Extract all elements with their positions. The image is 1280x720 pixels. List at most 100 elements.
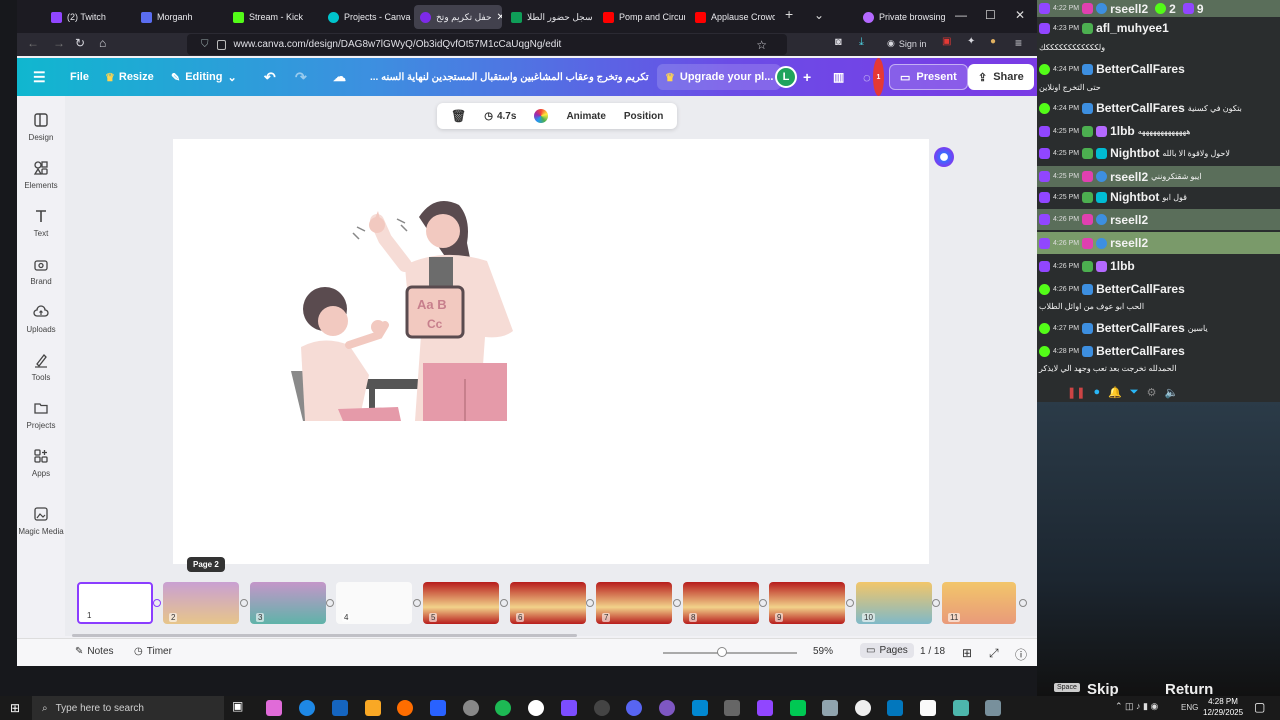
zoom-level[interactable]: 59% [813,646,833,657]
discord-icon[interactable] [626,700,642,716]
add-transition-icon[interactable] [1019,599,1027,607]
design-title[interactable]: ... تكريم وتخرج وعقاب المشاغبين واستقبال… [370,58,649,96]
app-icon[interactable] [953,700,969,716]
sidebar-item-brand[interactable]: Brand [17,256,65,286]
add-transition-icon[interactable] [153,599,161,607]
page-thumbnail-2[interactable]: 2 [163,582,239,624]
upgrade-button[interactable]: ♛ Upgrade your pl... [657,64,782,90]
task-view-icon[interactable]: ▣ [232,699,248,715]
page-thumbnail-9[interactable]: 9 [769,582,845,624]
tab-list-chevron-icon[interactable]: ⌄ [814,8,824,22]
windows-start-icon[interactable]: ⊞ [10,701,20,715]
spotify-icon[interactable] [495,700,511,716]
color-wheel-icon[interactable] [534,109,549,123]
reload-icon[interactable]: ↻ [75,36,85,50]
close-tab-icon[interactable]: ✕ [497,12,502,23]
zoom-slider-handle[interactable] [717,647,727,657]
maximize-button[interactable]: ☐ [985,8,996,22]
outlook-icon[interactable] [332,700,348,716]
copilot-icon[interactable] [266,700,282,716]
add-transition-icon[interactable] [326,599,334,607]
avatar[interactable]: L [775,66,797,88]
volume-icon[interactable]: 🔈 [1164,386,1178,399]
add-transition-icon[interactable] [240,599,248,607]
page-thumbnail-1[interactable]: 1 [77,582,153,624]
filter-icon[interactable]: ⏷ [1130,386,1139,399]
obs-icon[interactable] [528,700,544,716]
settings-icon[interactable]: ⚙ [1147,386,1157,399]
sidebar-item-magic-media[interactable]: Magic Media [17,506,65,536]
tab-kick[interactable]: Stream - Kick [227,5,317,29]
share-button[interactable]: ⇪ Share [968,64,1034,90]
sidebar-item-design[interactable]: Design [17,112,65,142]
app-icon[interactable] [724,700,740,716]
teacher-student-illustration[interactable]: Aa B Cc [173,139,929,564]
add-collaborator-icon[interactable]: + [803,58,811,96]
add-transition-icon[interactable] [673,599,681,607]
bell-icon[interactable]: 🔔 [1108,386,1122,399]
new-tab-button[interactable]: + [785,6,793,22]
tab-youtube-pomp[interactable]: Pomp and Circum [597,5,685,29]
edge-icon[interactable] [299,700,315,716]
tray-icons[interactable]: ⌃ ◫ ♪ ▮ ◉ [1115,701,1158,712]
app-icon[interactable] [822,700,838,716]
undo-icon[interactable]: ↶ [264,58,276,96]
page-thumbnail-6[interactable]: 6 [510,582,586,624]
app-icon[interactable] [594,700,610,716]
notifications-icon[interactable]: ▢ [1254,700,1265,714]
thumbnail-scrollbar[interactable] [72,634,577,637]
minimize-button[interactable]: — [955,8,967,22]
download-icon[interactable]: ⤓ [859,36,864,49]
redo-icon[interactable]: ↷ [295,58,307,96]
trash-icon[interactable]: 🗑 [451,109,466,123]
file-explorer-icon[interactable] [365,700,381,716]
pages-button[interactable]: ▭ Pages [860,643,914,658]
sidebar-item-tools[interactable]: Tools [17,352,65,382]
sidebar-item-text[interactable]: Text [17,208,65,238]
position-button[interactable]: Position [624,111,663,122]
taskbar-clock[interactable]: 4:28 PM 12/29/2025 [1203,696,1243,718]
page-thumbnail-7[interactable]: 7 [596,582,672,624]
editing-mode-dropdown[interactable]: ✎ Editing ⌄ [171,58,237,96]
profile-icon[interactable]: ● [990,36,996,47]
bookmark-star-icon[interactable]: ☆ [756,38,767,52]
timer-button[interactable]: ◷ Timer [134,646,172,657]
sidebar-item-uploads[interactable]: Uploads [17,304,65,334]
app-icon[interactable] [757,700,773,716]
menu-hamburger-icon[interactable]: ≡ [1015,36,1022,50]
tab-twitch[interactable]: (2) Twitch [45,5,127,29]
app-icon[interactable] [985,700,1001,716]
add-transition-icon[interactable] [586,599,594,607]
notepad-icon[interactable] [920,700,936,716]
firefox-icon[interactable] [397,700,413,716]
tab-morganh[interactable]: Morganh [135,5,217,29]
add-transition-icon[interactable] [413,599,421,607]
grid-view-icon[interactable]: ⊞ [962,646,972,660]
address-bar[interactable]: ⛉ www.canva.com/design/DAG8w7lGWyQ/Ob3id… [187,34,787,55]
app-icon[interactable] [887,700,903,716]
resize-button[interactable]: ♛ Resize [105,58,154,96]
app-icon[interactable] [561,700,577,716]
analytics-icon[interactable]: ▥ [833,58,844,96]
taskbar-search[interactable]: ⌕ Type here to search [32,696,224,720]
add-transition-icon[interactable] [500,599,508,607]
page-thumbnail-10[interactable]: 10 [856,582,932,624]
fullscreen-icon[interactable]: ⤢ [989,646,999,661]
steam-icon[interactable] [855,700,871,716]
page-thumbnail-5[interactable]: 5 [423,582,499,624]
add-transition-icon[interactable] [932,599,940,607]
magic-assistant-icon[interactable] [934,147,954,167]
sidebar-item-elements[interactable]: Elements [17,160,65,190]
app-icon[interactable] [790,700,806,716]
comments-icon[interactable]: ◌ [863,58,871,96]
screenshot-icon[interactable]: ◙ [835,36,842,48]
page-thumbnail-4[interactable]: 4 [336,582,412,624]
help-icon[interactable]: ⓘ [1015,646,1027,663]
sign-in-button[interactable]: ◉ Sign in [887,38,926,49]
sidebar-item-projects[interactable]: Projects [17,400,65,430]
duration-button[interactable]: ◷ 4.7s [484,111,516,122]
cloud-saved-icon[interactable]: ☁ [333,58,346,96]
extension-icon[interactable]: ▣ [942,36,951,47]
tab-canva-projects[interactable]: Projects - Canva [322,5,412,29]
animate-button[interactable]: Animate [566,111,605,122]
